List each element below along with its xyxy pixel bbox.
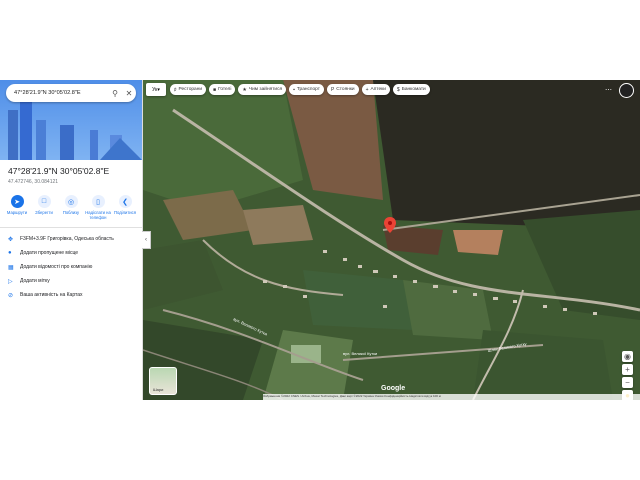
info-text: Ваша активність на Картах — [20, 292, 83, 298]
zoom-out-button[interactable]: − — [622, 377, 633, 388]
share-button[interactable]: ❮ Поділитися — [112, 195, 138, 220]
bookmark-icon: □ — [37, 195, 51, 208]
road-label: вул. Великої Кутки — [343, 351, 377, 356]
divider — [0, 227, 142, 228]
info-text: Додати пропущене місце — [20, 250, 79, 256]
zoom-in-button[interactable]: + — [622, 364, 633, 375]
map-imagery: вул. Великого Кутка вул. Великої Кутки Ш… — [143, 80, 640, 400]
action-label: Зберегти — [35, 210, 53, 215]
search-box[interactable]: 47°28'21.9"N 30°05'02.8"E ⚲ ✕ — [6, 84, 136, 102]
maps-activity-row[interactable]: ⊘ Ваша активність на Картах — [8, 288, 138, 302]
apps-grid-icon[interactable]: ⋯ — [605, 86, 612, 94]
map-footer: Зображення ©2022 CNES / Airbus, Maxar Te… — [263, 394, 640, 400]
chip-label: Чим зайнятися — [248, 87, 283, 92]
nearby-button[interactable]: ◎ Поблизу — [58, 195, 84, 220]
action-bar: ➤ Маршрути □ Зберегти ◎ Поблизу ▯ Надісл… — [4, 195, 138, 220]
search-icon[interactable]: ⚲ — [108, 86, 122, 100]
send-to-phone-button[interactable]: ▯ Надіслати на телефон — [85, 195, 111, 220]
add-label-row[interactable]: ▷ Додати мітку — [8, 274, 138, 288]
chip-label: Аптеки — [370, 87, 386, 92]
search-input[interactable]: 47°28'21.9"N 30°05'02.8"E — [6, 90, 108, 96]
chip-label: Банкомати — [401, 87, 426, 92]
atm-icon: $ — [396, 86, 400, 93]
action-label: Надіслати на телефон — [85, 210, 111, 220]
close-icon[interactable]: ✕ — [122, 86, 136, 100]
layers-button[interactable]: Шари — [149, 367, 177, 395]
category-chips: ♯ Ресторани ■ Готелі ★ Чим зайнятися ▪ Транс… — [170, 84, 430, 95]
action-label: Поділитися — [113, 210, 137, 215]
phone-icon: ▯ — [91, 195, 105, 208]
chevron-down-icon: ▾ — [157, 86, 160, 93]
directions-icon: ➤ — [10, 195, 24, 208]
place-panel: 47°28'21.9"N 30°05'02.8"E ⚲ ✕ 47°28'21.9… — [0, 80, 143, 400]
place-title: 47°28'21.9"N 30°05'02.8"E — [8, 166, 110, 176]
info-text: Додати відомості про компанію — [20, 264, 93, 270]
satellite-map[interactable]: вул. Великого Кутка вул. Великої Кутки Ш… — [143, 80, 640, 400]
share-icon: ❮ — [118, 195, 132, 208]
chip-pharmacies[interactable]: + Аптеки — [361, 84, 390, 95]
pin-icon: ● — [8, 250, 12, 256]
add-missing-place-row[interactable]: ● Додати пропущене місце — [8, 246, 138, 260]
maps-window: вул. Великого Кутка вул. Великої Кутки Ш… — [0, 80, 640, 400]
chip-restaurants[interactable]: ♯ Ресторани — [170, 84, 207, 95]
add-business-row[interactable]: ▦ Додати відомості про компанію — [8, 260, 138, 274]
directions-button[interactable]: ➤ Маршрути — [4, 195, 30, 220]
parking-icon: P — [330, 86, 335, 93]
street-view-preview[interactable]: 47°28'21.9"N 30°05'02.8"E ⚲ ✕ — [0, 80, 142, 160]
chip-label: Готелі — [218, 87, 232, 92]
avatar[interactable] — [619, 83, 634, 98]
info-list: ✥ F3FM+3.9F Григорівка, Одеська область … — [8, 232, 138, 302]
save-button[interactable]: □ Зберегти — [31, 195, 57, 220]
chip-label: Транспорт — [296, 87, 320, 92]
location-icon: ◉ — [624, 352, 631, 361]
plus-icon: + — [625, 365, 630, 374]
plus-code-row[interactable]: ✥ F3FM+3.9F Григорівка, Одеська область — [8, 232, 138, 246]
minus-icon: − — [625, 378, 630, 387]
chip-parking[interactable]: P Стоянки — [326, 84, 359, 95]
history-icon: ⊘ — [8, 292, 14, 299]
nearby-icon: ◎ — [64, 195, 78, 208]
info-text: Додати мітку — [20, 278, 50, 284]
chip-label: Ресторани — [178, 87, 203, 92]
pharmacy-icon: + — [365, 86, 369, 93]
language-select[interactable]: Ук ▾ — [146, 83, 166, 96]
info-text: F3FM+3.9F Григорівка, Одеська область — [20, 236, 114, 242]
action-label: Поблизу — [62, 210, 80, 215]
label-icon: ▷ — [8, 278, 13, 285]
chevron-left-icon: ‹ — [145, 237, 147, 243]
map-controls: ◉ + − ● — [622, 351, 634, 400]
restaurant-icon: ♯ — [174, 86, 177, 93]
transit-icon: ▪ — [293, 86, 295, 93]
chip-atms[interactable]: $ Банкомати — [392, 84, 430, 95]
collapse-panel-button[interactable]: ‹ — [142, 231, 151, 249]
place-coordinates: 47.472746, 30.084121 — [8, 179, 59, 185]
google-logo: Google — [381, 385, 406, 392]
things-to-do-icon: ★ — [242, 86, 247, 93]
chip-label: Стоянки — [336, 87, 355, 92]
chip-transit[interactable]: ▪ Транспорт — [289, 84, 324, 95]
plus-code-icon: ✥ — [8, 236, 14, 243]
my-location-button[interactable]: ◉ — [622, 351, 633, 362]
chip-things-to-do[interactable]: ★ Чим зайнятися — [238, 84, 287, 95]
layers-label: Шари — [153, 387, 164, 392]
action-label: Маршрути — [6, 210, 28, 215]
hotel-icon: ■ — [213, 86, 217, 93]
business-icon: ▦ — [8, 264, 14, 271]
chip-hotels[interactable]: ■ Готелі — [209, 84, 236, 95]
